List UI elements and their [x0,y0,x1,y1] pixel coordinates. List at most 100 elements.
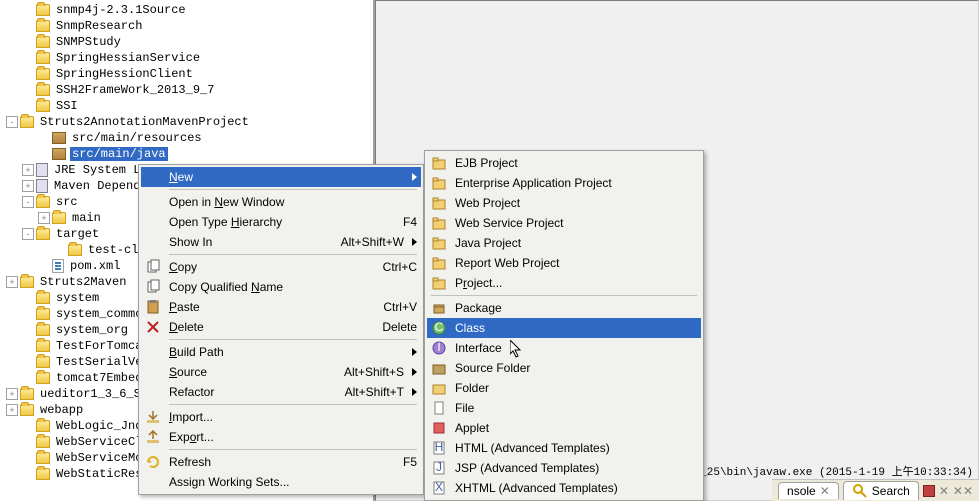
menu-item[interactable]: Folder [427,378,701,398]
applet-icon [431,420,447,436]
menu-item-label: Applet [455,421,697,435]
menu-shortcut: F5 [403,455,417,469]
expander-icon[interactable]: + [22,180,34,192]
menu-item-label: Source [169,365,332,379]
menu-item[interactable]: CopyCtrl+C [141,257,421,277]
expander-icon [22,68,34,80]
menu-item[interactable]: C Class [427,318,701,338]
proj-icon [431,155,447,171]
menu-item[interactable]: Web Project [427,193,701,213]
expander-icon[interactable]: + [22,164,34,176]
search-icon [852,483,868,499]
blank-icon [145,384,161,400]
expander-icon [38,148,50,160]
terminate-button[interactable] [923,485,935,497]
menu-item[interactable]: Java Project [427,233,701,253]
tree-item-label: system_org [54,323,130,337]
expander-icon [22,372,34,384]
menu-item-label: Import... [169,410,417,424]
tree-item[interactable]: SpringHessianService [0,50,373,66]
folder-icon [36,20,50,32]
menu-item[interactable]: Enterprise Application Project [427,173,701,193]
menu-item[interactable]: File [427,398,701,418]
menu-item[interactable]: Applet [427,418,701,438]
expander-icon [22,292,34,304]
tree-item[interactable]: src/main/resources [0,130,373,146]
menu-item[interactable]: Package [427,298,701,318]
new-submenu[interactable]: EJB Project Enterprise Application Projec… [424,150,704,501]
expander-icon [38,132,50,144]
tree-item[interactable]: -Struts2AnnotationMavenProject [0,114,373,130]
menu-item[interactable]: Show InAlt+Shift+W [141,232,421,252]
folder-icon [36,324,50,336]
menu-separator [169,189,417,190]
menu-item[interactable]: Copy Qualified Name [141,277,421,297]
menu-item[interactable]: Assign Working Sets... [141,472,421,492]
menu-item[interactable]: Export... [141,427,421,447]
expander-icon[interactable]: - [6,116,18,128]
expander-icon[interactable]: + [6,276,18,288]
remove-all-icon[interactable]: ✕✕ [953,484,973,498]
remove-launch-icon[interactable]: ✕ [939,484,949,498]
menu-item[interactable]: Import... [141,407,421,427]
tree-item[interactable]: src/main/java [0,146,373,162]
menu-item-label: Enterprise Application Project [455,176,697,190]
close-icon[interactable]: ✕ [820,484,830,498]
search-tab[interactable]: Search [843,481,919,500]
tree-item-label: SnmpResearch [54,19,144,33]
expander-icon[interactable]: + [6,404,18,416]
menu-item[interactable]: Source Folder [427,358,701,378]
expander-icon[interactable]: + [38,212,50,224]
menu-shortcut: Ctrl+C [383,260,417,274]
menu-item[interactable]: Report Web Project [427,253,701,273]
menu-item[interactable]: HHTML (Advanced Templates) [427,438,701,458]
folder-icon [36,452,50,464]
menu-item[interactable]: RefreshF5 [141,452,421,472]
expander-icon[interactable]: + [6,388,18,400]
folder-icon [36,420,50,432]
menu-item[interactable]: EJB Project [427,153,701,173]
menu-item[interactable]: IInterface [427,338,701,358]
menu-separator [169,254,417,255]
menu-item[interactable]: New [141,167,421,187]
tree-item[interactable]: SSH2FrameWork_2013_9_7 [0,82,373,98]
blank-icon [145,474,161,490]
blank-icon [145,169,161,185]
menu-item[interactable]: JJSP (Advanced Templates) [427,458,701,478]
tree-item[interactable]: SSI [0,98,373,114]
menu-item[interactable]: Web Service Project [427,213,701,233]
menu-item-label: Class [455,321,697,335]
menu-item-label: Open in New Window [169,195,417,209]
tree-item[interactable]: SNMPStudy [0,34,373,50]
blank-icon [145,234,161,250]
tree-item[interactable]: SnmpResearch [0,18,373,34]
menu-item[interactable]: Open in New Window [141,192,421,212]
menu-item[interactable]: Project... [427,273,701,293]
menu-item[interactable]: RefactorAlt+Shift+T [141,382,421,402]
context-menu[interactable]: New Open in New Window Open Type Hierarchy… [138,164,424,495]
expander-icon[interactable]: - [22,228,34,240]
expander-icon [22,436,34,448]
menu-item[interactable]: Open Type HierarchyF4 [141,212,421,232]
menu-item-label: EJB Project [455,156,697,170]
tree-item[interactable]: SpringHessionClient [0,66,373,82]
class-icon: C [431,320,447,336]
expander-icon [54,244,66,256]
menu-item[interactable]: XXHTML (Advanced Templates) [427,478,701,498]
proj-icon [431,175,447,191]
jar-icon [36,179,48,193]
jsp-icon: J [431,460,447,476]
svg-text:X: X [435,480,443,494]
src-icon [52,132,66,144]
console-tab[interactable]: nsole ✕ [778,482,839,499]
folder-icon [36,36,50,48]
menu-item[interactable]: Build Path [141,342,421,362]
menu-item[interactable]: SourceAlt+Shift+S [141,362,421,382]
menu-item[interactable]: DeleteDelete [141,317,421,337]
tree-item[interactable]: snmp4j-2.3.1Source [0,2,373,18]
menu-item[interactable]: PasteCtrl+V [141,297,421,317]
expander-icon[interactable]: - [22,196,34,208]
menu-separator [169,339,417,340]
expander-icon [22,452,34,464]
delete-icon [145,319,161,335]
